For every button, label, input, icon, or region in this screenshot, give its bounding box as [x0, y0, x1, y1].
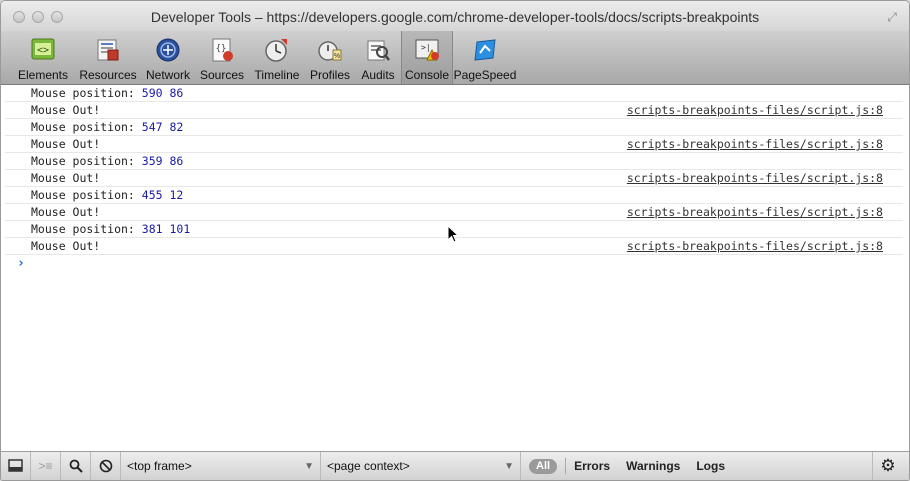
console-drawer-icon: >≡: [38, 459, 53, 473]
resources-icon: [93, 35, 123, 65]
tab-audits[interactable]: Audits: [355, 31, 401, 84]
console-icon: >|: [412, 35, 442, 65]
console-output[interactable]: Mouse position: 590 86 Mouse Out! scripts-…: [1, 85, 909, 452]
svg-text:%: %: [334, 53, 340, 60]
devtools-window: Developer Tools – https://developers.goo…: [0, 0, 910, 481]
clear-console-button[interactable]: [91, 452, 121, 480]
tab-elements[interactable]: <> Elements: [11, 31, 75, 84]
tab-sources[interactable]: {} Sources: [195, 31, 249, 84]
svg-text:>|: >|: [421, 43, 431, 52]
search-button[interactable]: [61, 452, 91, 480]
console-message-row: Mouse Out! scripts-breakpoints-files/scri…: [5, 102, 903, 119]
filter-warnings[interactable]: Warnings: [626, 459, 680, 473]
source-link[interactable]: scripts-breakpoints-files/script.js:8: [627, 238, 883, 254]
message-number: 359 86: [141, 154, 184, 168]
dropdown-arrow-icon: ▼: [504, 460, 514, 472]
message-text: Mouse Out!: [31, 137, 101, 151]
message-text: Mouse Out!: [31, 103, 101, 117]
dropdown-arrow-icon: ▼: [304, 460, 314, 472]
timeline-icon: [262, 35, 292, 65]
tab-pagespeed[interactable]: PageSpeed: [453, 31, 517, 84]
tab-label: PageSpeed: [453, 68, 517, 82]
status-bar: >≡ <top frame> ▼ <page context> ▼ All Er…: [1, 451, 909, 480]
filter-errors[interactable]: Errors: [574, 459, 610, 473]
search-icon: [69, 459, 83, 473]
network-icon: [153, 35, 183, 65]
source-link[interactable]: scripts-breakpoints-files/script.js:8: [627, 102, 883, 118]
settings-button[interactable]: ⚙: [872, 452, 903, 480]
audits-icon: [363, 35, 393, 65]
show-drawer-button[interactable]: >≡: [31, 452, 61, 480]
frame-select-value: <top frame>: [127, 459, 192, 473]
mouse-pointer-icon: [447, 224, 460, 248]
tab-resources[interactable]: Resources: [75, 31, 141, 84]
fullscreen-icon[interactable]: ⤢: [885, 10, 899, 24]
console-message-row: Mouse position: 590 86: [5, 85, 903, 102]
tab-label: Console: [404, 68, 450, 82]
tab-console[interactable]: >| Console: [401, 31, 453, 84]
message-text: Mouse position:: [31, 188, 142, 202]
pagespeed-icon: [470, 35, 500, 65]
context-select-value: <page context>: [327, 459, 410, 473]
message-text: Mouse Out!: [31, 239, 101, 253]
clear-icon: [99, 459, 112, 473]
tab-label: Profiles: [309, 68, 350, 82]
level-filters: All Errors Warnings Logs: [521, 452, 733, 480]
title-bar: Developer Tools – https://developers.goo…: [1, 1, 909, 31]
console-message-row: Mouse Out! scripts-breakpoints-files/scri…: [5, 136, 903, 153]
tab-timeline[interactable]: Timeline: [249, 31, 305, 84]
message-text: Mouse position:: [31, 154, 142, 168]
elements-icon: <>: [28, 35, 58, 65]
tab-label: Resources: [79, 68, 137, 82]
console-prompt[interactable]: ›: [5, 255, 909, 273]
message-number: 590 86: [141, 86, 184, 100]
message-number: 455 12: [141, 188, 184, 202]
tab-network[interactable]: Network: [141, 31, 195, 84]
source-link[interactable]: scripts-breakpoints-files/script.js:8: [627, 136, 883, 152]
dock-toggle-button[interactable]: [1, 452, 31, 480]
console-message-row: Mouse Out! scripts-breakpoints-files/scri…: [5, 204, 903, 221]
source-link[interactable]: scripts-breakpoints-files/script.js:8: [627, 170, 883, 186]
sources-icon: {}: [207, 35, 237, 65]
window-title: Developer Tools – https://developers.goo…: [150, 9, 760, 25]
console-message-row: Mouse Out! scripts-breakpoints-files/scri…: [5, 170, 903, 187]
message-text: Mouse position:: [31, 222, 142, 236]
tab-label: Timeline: [254, 68, 300, 82]
message-text: Mouse Out!: [31, 205, 101, 219]
tab-label: Audits: [361, 68, 395, 82]
message-number: 547 82: [141, 120, 184, 134]
console-message-row: Mouse position: 547 82: [5, 119, 903, 136]
divider: [565, 458, 567, 474]
console-message-row: Mouse position: 455 12: [5, 187, 903, 204]
message-text: Mouse position:: [31, 86, 142, 100]
dock-icon: [7, 459, 23, 472]
profiles-icon: %: [315, 35, 345, 65]
filter-logs[interactable]: Logs: [696, 459, 725, 473]
tab-label: Sources: [199, 68, 245, 82]
message-text: Mouse position:: [31, 120, 142, 134]
tab-label: Elements: [17, 68, 69, 82]
panel-toolbar: <> Elements Resources Network {} Sources: [1, 31, 909, 85]
message-number: 381 101: [141, 222, 191, 236]
message-text: Mouse Out!: [31, 171, 101, 185]
source-link[interactable]: scripts-breakpoints-files/script.js:8: [627, 204, 883, 220]
filter-all[interactable]: All: [529, 458, 558, 474]
tab-label: Network: [145, 68, 190, 82]
context-select[interactable]: <page context> ▼: [321, 452, 521, 480]
console-message-row: Mouse position: 359 86: [5, 153, 903, 170]
frame-select[interactable]: <top frame> ▼: [121, 452, 321, 480]
tab-profiles[interactable]: % Profiles: [305, 31, 355, 84]
svg-text:<>: <>: [37, 45, 49, 56]
gear-icon: ⚙: [880, 456, 896, 475]
